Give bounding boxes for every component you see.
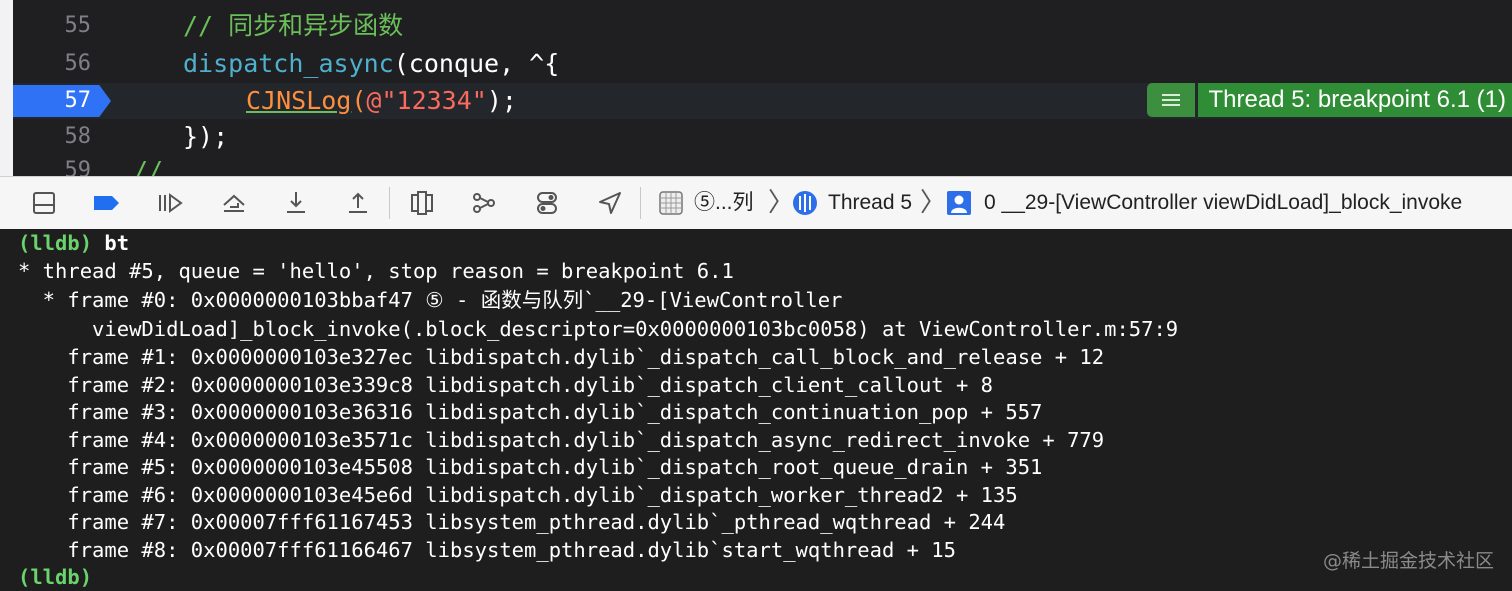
view-hierarchy-icon [411,191,433,215]
code-function: dispatch_async [183,49,394,78]
line-number: 57 [64,88,92,113]
code-string: @"12334" [366,86,487,115]
breadcrumb-thread[interactable]: Thread 5 [828,177,912,229]
code-line-56[interactable]: 56 dispatch_async(conque, ^{ [13,46,1512,82]
simulate-location-button[interactable] [594,189,626,217]
step-over-button[interactable] [218,189,250,217]
line-number: 56 [64,51,92,76]
console-line: * thread #5, queue = 'hello', stop reaso… [18,259,734,283]
console-line: frame #2: 0x0000000103e339c8 libdispatch… [18,373,994,397]
hide-debug-area-icon [33,192,55,214]
console-line: (lldb) [18,563,92,591]
console-line: frame #8: 0x00007fff61166467 libsystem_p… [18,538,956,562]
breadcrumb-app[interactable]: ⑤...列 [694,177,754,229]
hide-debug-area-button[interactable] [28,189,60,217]
console-line: frame #6: 0x0000000103e45e6d libdispatch… [18,483,1018,507]
code-text: dispatch_async(conque, ^{ [183,46,559,82]
continue-icon [159,193,183,213]
code-args: (conque, ^{ [393,49,560,78]
code-macro: CJNSLog [246,86,352,115]
console-line: viewDidLoad]_block_invoke(.block_descrip… [18,317,1179,341]
step-into-icon [287,192,305,213]
console-line: * frame #0: 0x0000000103bbaf47 ⑤ - 函数与队列… [18,288,843,312]
breakpoint-badge[interactable]: Thread 5: breakpoint 6.1 (1) [1147,83,1512,117]
editor-left-strip [0,0,13,176]
thread-icon [788,189,822,217]
console-line: frame #5: 0x0000000103e45508 libdispatch… [18,455,1043,479]
environment-overrides-button[interactable] [531,189,563,217]
view-hierarchy-button[interactable] [406,189,438,217]
code-comment: // [133,156,164,176]
step-into-button[interactable] [280,189,312,217]
line-number: 58 [64,124,92,149]
debug-toolbar: ⑤...列 〉 Thread 5 〉 0 __29-[ViewControlle… [0,176,1512,230]
breakpoints-toggle-icon [94,196,119,210]
debug-console[interactable]: (lldb) bt * thread #5, queue = 'hello', … [0,229,1512,589]
lldb-prompt: (lldb) [18,231,93,255]
breakpoints-toggle-button[interactable] [90,189,122,217]
step-over-icon [223,194,245,212]
step-out-icon [349,192,367,213]
code-line-58[interactable]: 58 }); [13,119,1512,155]
code-close: ); [486,86,517,115]
console-line: frame #1: 0x0000000103e327ec libdispatch… [18,345,1105,369]
app-icon [654,189,688,217]
chevron-right-icon: 〉 [920,187,947,217]
code-text: // [133,153,163,176]
lldb-prompt: (lldb) [18,565,93,589]
line-number: 55 [64,13,92,38]
console-line: (lldb) bt [18,229,129,257]
simulate-location-icon [599,192,621,214]
code-line-59[interactable]: 59 // [13,153,1512,176]
breadcrumb-frame[interactable]: 0 __29-[ViewController viewDidLoad]_bloc… [984,177,1462,229]
code-line-55[interactable]: 55 // 同步和异步函数 [13,8,1512,44]
code-text: }); [183,122,229,151]
memory-graph-button[interactable] [468,189,500,217]
toolbar-divider [389,187,390,219]
code-comment: // 同步和异步函数 [183,11,404,40]
console-command: bt [92,231,130,255]
watermark: @稀土掘金技术社区 [1322,550,1494,572]
list-icon [1147,83,1196,117]
breakpoint-label: Thread 5: breakpoint 6.1 (1) [1198,83,1512,117]
console-line: frame #7: 0x00007fff61167453 libsystem_p… [18,510,1006,534]
step-out-button[interactable] [342,189,374,217]
code-text: // 同步和异步函数 [183,8,403,44]
code-text: CJNSLog(@"12334"); [246,83,517,119]
console-line: frame #4: 0x0000000103e3571c libdispatch… [18,428,1105,452]
memory-graph-icon [473,193,495,213]
user-frame-icon [944,189,974,217]
line-number: 59 [64,158,92,176]
toolbar-divider [640,187,641,219]
code-editor[interactable]: 55 // 同步和异步函数 56 dispatch_async(conque, … [0,0,1512,176]
continue-button[interactable] [154,189,186,217]
code-paren: ( [351,86,367,115]
console-line: frame #3: 0x0000000103e36316 libdispatch… [18,400,1043,424]
environment-overrides-icon [537,192,557,214]
